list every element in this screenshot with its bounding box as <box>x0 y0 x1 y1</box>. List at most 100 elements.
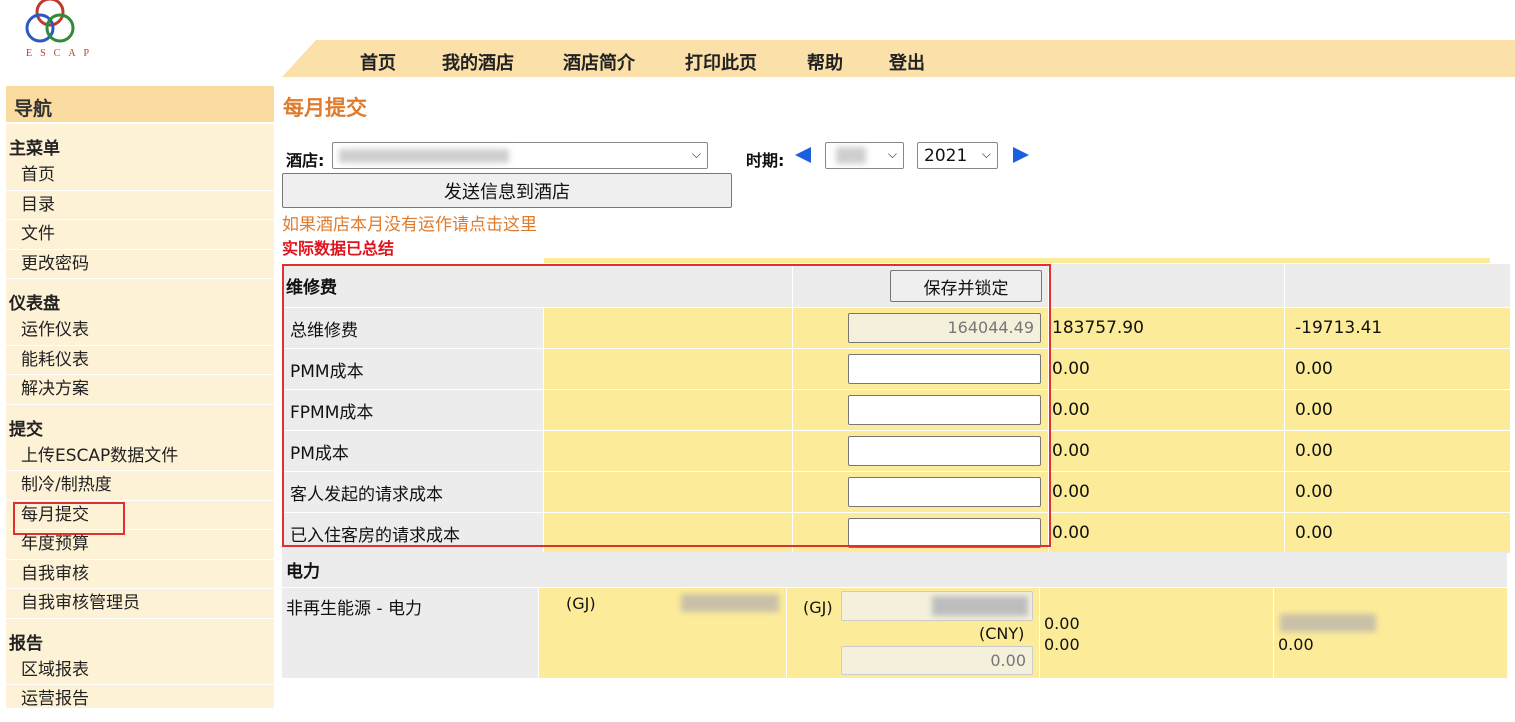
save-and-lock-button[interactable]: 保存并锁定 <box>890 270 1042 302</box>
electricity-cny-input: 0.00 <box>841 646 1033 675</box>
sidebar-item-operation-dashboard[interactable]: 运作仪表 <box>6 316 274 346</box>
guest-request-cost-input[interactable] <box>848 477 1041 507</box>
row-label: PM成本 <box>282 431 543 471</box>
row-value-prev: 0.00 <box>1049 472 1284 512</box>
row-cell <box>544 513 792 553</box>
sidebar-item-solutions[interactable]: 解决方案 <box>6 375 274 405</box>
topmenu-my-hotel[interactable]: 我的酒店 <box>442 49 514 75</box>
electricity-value-3: 0.00 <box>1278 635 1314 654</box>
chevron-down-icon: ⌵ <box>887 147 897 161</box>
electricity-value-1: 0.00 <box>1044 614 1080 633</box>
year-select[interactable]: 2021 ⌵ <box>917 142 998 169</box>
redacted-value <box>681 594 779 612</box>
maintenance-section-title: 维修费 <box>282 264 792 307</box>
electricity-gj-input[interactable] <box>841 591 1033 621</box>
table-row: 已入住客房的请求成本 0.00 0.00 <box>282 513 1510 553</box>
row-label: 总维修费 <box>282 308 543 348</box>
unit-gj: (GJ) <box>566 594 596 613</box>
row-cell: 164044.49 <box>793 308 1048 348</box>
sidebar-item-upload-escap[interactable]: 上传ESCAP数据文件 <box>6 442 274 471</box>
row-cell <box>544 472 792 512</box>
nav-header: 导航 <box>6 86 274 124</box>
total-maintenance-input: 164044.49 <box>848 313 1041 343</box>
hotel-name-redacted <box>339 149 509 163</box>
electricity-value-2: 0.00 <box>1044 635 1080 654</box>
sidebar-item-home[interactable]: 首页 <box>6 161 274 191</box>
month-select[interactable]: ⌵ <box>825 142 904 169</box>
row-cell <box>793 349 1048 389</box>
chevron-down-icon: ⌵ <box>691 147 701 161</box>
pmm-cost-input[interactable] <box>848 354 1041 384</box>
electricity-header-row: 电力 <box>282 552 1510 587</box>
sidebar-item-annual-budget[interactable]: 年度预算 <box>6 530 274 560</box>
pm-cost-input[interactable] <box>848 436 1041 466</box>
table-row: 总维修费 164044.49 183757.90 -19713.41 <box>282 308 1510 348</box>
fpmm-cost-input[interactable] <box>848 395 1041 425</box>
sidebar-item-monthly-submit[interactable]: 每月提交 <box>6 501 274 534</box>
unit-gj: (GJ) <box>803 598 833 617</box>
row-value-prev: 0.00 <box>1049 390 1284 430</box>
sidebar-item-operation-report[interactable]: 运营报告 <box>6 685 274 708</box>
month-redacted <box>836 147 866 164</box>
row-value-prev: 0.00 <box>1049 431 1284 471</box>
send-to-hotel-button[interactable]: 发送信息到酒店 <box>282 173 732 208</box>
sidebar-item-catalog[interactable]: 目录 <box>6 191 274 220</box>
row-cell <box>544 431 792 471</box>
sidebar-nav: 导航 主菜单 首页 目录 文件 更改密码 仪表盘 运作仪表 能耗仪表 解决方案 … <box>6 86 274 708</box>
electricity-cell: (GJ) <box>539 588 786 678</box>
sidebar-item-files[interactable]: 文件 <box>6 220 274 250</box>
sidebar-item-change-password[interactable]: 更改密码 <box>6 250 274 279</box>
maintenance-header-row: 维修费 保存并锁定 <box>282 264 1510 307</box>
row-value-diff: 0.00 <box>1285 513 1510 553</box>
redacted-value <box>932 596 1028 616</box>
escap-logo: ESCAP <box>22 0 112 66</box>
hotel-not-operating-link[interactable]: 如果酒店本月没有运作请点击这里 <box>282 210 537 235</box>
logo-text: ESCAP <box>26 48 98 59</box>
section-reports: 报告 <box>9 633 43 654</box>
hotel-label: 酒店: <box>286 151 325 170</box>
previous-period-arrow-icon[interactable] <box>795 147 811 163</box>
sidebar-item-self-audit-admin[interactable]: 自我审核管理员 <box>6 589 274 619</box>
year-value: 2021 <box>924 146 968 166</box>
table-row: FPMM成本 0.00 0.00 <box>282 390 1510 430</box>
row-label: 客人发起的请求成本 <box>282 472 543 512</box>
header-cell: 保存并锁定 <box>793 264 1048 307</box>
chevron-down-icon: ⌵ <box>981 147 991 161</box>
table-row: 客人发起的请求成本 0.00 0.00 <box>282 472 1510 512</box>
electricity-cell: 0.00 <box>1274 588 1507 678</box>
row-value-diff: 0.00 <box>1285 349 1510 389</box>
row-cell <box>544 349 792 389</box>
sidebar-item-regional-report[interactable]: 区域报表 <box>6 656 274 685</box>
row-value-diff: 0.00 <box>1285 472 1510 512</box>
row-label: PMM成本 <box>282 349 543 389</box>
hotel-select[interactable]: ⌵ <box>332 142 708 169</box>
strip-fill <box>544 258 1490 263</box>
header-cell <box>1285 264 1510 307</box>
page-title: 每月提交 <box>283 96 367 120</box>
row-value-prev: 0.00 <box>1049 349 1284 389</box>
sidebar-item-degree-days[interactable]: 制冷/制热度 <box>6 471 274 501</box>
table-top-strip <box>282 258 1510 263</box>
sidebar-item-energy-dashboard[interactable]: 能耗仪表 <box>6 346 274 375</box>
row-label: 已入住客房的请求成本 <box>282 513 543 553</box>
topmenu-logout[interactable]: 登出 <box>889 49 925 75</box>
next-period-arrow-icon[interactable] <box>1013 147 1029 163</box>
occupied-room-request-cost-input[interactable] <box>848 518 1041 548</box>
row-value-diff: 0.00 <box>1285 431 1510 471</box>
redacted-value <box>1280 614 1376 632</box>
section-main-menu: 主菜单 <box>9 139 60 159</box>
topmenu-home[interactable]: 首页 <box>360 49 396 75</box>
unit-cny: (CNY) <box>979 624 1025 643</box>
table-row: PMM成本 0.00 0.00 <box>282 349 1510 389</box>
electricity-cell: (GJ) (CNY) 0.00 <box>787 588 1039 678</box>
section-submit: 提交 <box>9 419 43 440</box>
row-value-diff: -19713.41 <box>1285 308 1510 348</box>
topmenu-help[interactable]: 帮助 <box>807 49 843 75</box>
electricity-row-label: 非再生能源 - 电力 <box>282 588 538 678</box>
logo-rings-icon <box>25 0 75 43</box>
sidebar-item-self-audit[interactable]: 自我审核 <box>6 560 274 589</box>
row-cell <box>793 390 1048 430</box>
top-menu-bar: 首页 我的酒店 酒店简介 打印此页 帮助 登出 <box>282 40 1515 77</box>
topmenu-print[interactable]: 打印此页 <box>685 49 757 75</box>
topmenu-hotel-profile[interactable]: 酒店简介 <box>563 49 635 75</box>
